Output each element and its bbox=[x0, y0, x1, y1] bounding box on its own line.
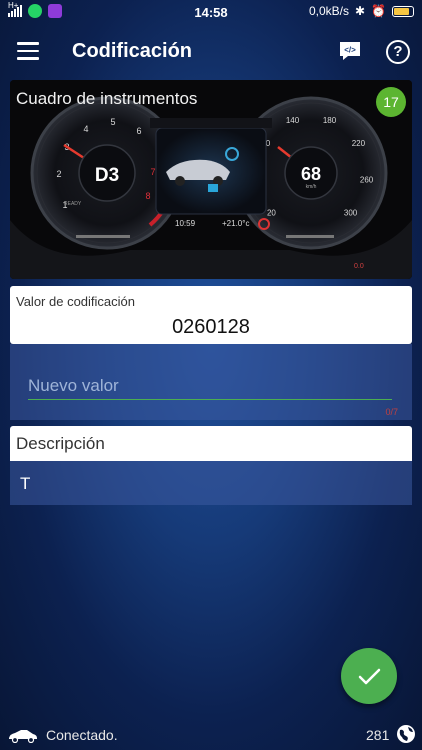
confirm-button[interactable] bbox=[341, 648, 397, 704]
bottom-status-bar: Conectado. 281 bbox=[0, 722, 422, 750]
speed-tick-label: 220 bbox=[352, 139, 366, 148]
gear-indicator: D3 bbox=[95, 165, 119, 186]
hamburger-menu-icon[interactable] bbox=[17, 42, 39, 60]
connection-status: Conectado. bbox=[46, 727, 118, 743]
frame-counter: 281 bbox=[366, 727, 390, 743]
coding-value-label: Valor de codificación bbox=[16, 294, 135, 309]
description-header: Descripción bbox=[10, 426, 412, 461]
instrument-cluster-image: 1 2 3 4 5 6 7 8 D3 READY 206010014018022… bbox=[10, 80, 412, 279]
code-icon[interactable]: </> bbox=[338, 40, 362, 60]
checkmark-icon bbox=[358, 668, 381, 685]
svg-text:5: 5 bbox=[110, 117, 115, 127]
speed-readout: 68 bbox=[301, 164, 321, 184]
new-value-container: 0/7 bbox=[10, 344, 412, 420]
speed-tick-label: 260 bbox=[360, 175, 374, 184]
globe-icon[interactable] bbox=[396, 724, 416, 744]
bluetooth-icon: ✱ bbox=[354, 4, 366, 18]
instrument-cluster-card[interactable]: 1 2 3 4 5 6 7 8 D3 READY 206010014018022… bbox=[10, 80, 412, 279]
svg-text:km/h: km/h bbox=[306, 184, 317, 190]
svg-text:8: 8 bbox=[145, 191, 150, 201]
svg-text:6: 6 bbox=[136, 126, 141, 136]
speed-tick-label: 140 bbox=[286, 116, 300, 125]
alarm-icon: ⏰ bbox=[371, 4, 386, 18]
help-icon[interactable]: ? bbox=[386, 40, 410, 64]
app-bar: Codificación </> ? bbox=[0, 28, 422, 78]
coding-value-card: Valor de codificación 0260128 bbox=[10, 286, 412, 344]
svg-text:7: 7 bbox=[150, 167, 155, 177]
battery-icon bbox=[392, 5, 414, 17]
page-title: Codificación bbox=[72, 40, 193, 62]
description-text: T bbox=[20, 474, 31, 493]
description-box: T bbox=[10, 461, 412, 505]
description-label: Descripción bbox=[16, 434, 105, 453]
status-bar: H+ 14:58 0,0kB/s ✱ ⏰ bbox=[0, 0, 422, 24]
svg-text:4: 4 bbox=[83, 124, 88, 134]
svg-text:READY: READY bbox=[64, 201, 82, 207]
cluster-title: Cuadro de instrumentos bbox=[16, 89, 198, 108]
odometer-readout: 0.0 bbox=[354, 263, 364, 270]
cluster-temperature: +21.0°c bbox=[222, 219, 249, 228]
svg-text:</>: </> bbox=[344, 46, 356, 55]
car-icon bbox=[9, 730, 37, 743]
module-badge: 17 bbox=[376, 87, 406, 117]
speed-tick-label: 180 bbox=[323, 116, 337, 125]
new-value-input[interactable] bbox=[28, 372, 392, 400]
network-speed: 0,0kB/s bbox=[308, 4, 349, 18]
svg-text:2: 2 bbox=[56, 169, 61, 179]
speed-tick-label: 20 bbox=[267, 209, 276, 218]
speed-tick-label: 300 bbox=[344, 209, 358, 218]
character-counter: 0/7 bbox=[385, 407, 398, 417]
cluster-clock: 10:59 bbox=[175, 219, 196, 228]
coding-value: 0260128 bbox=[172, 316, 250, 338]
